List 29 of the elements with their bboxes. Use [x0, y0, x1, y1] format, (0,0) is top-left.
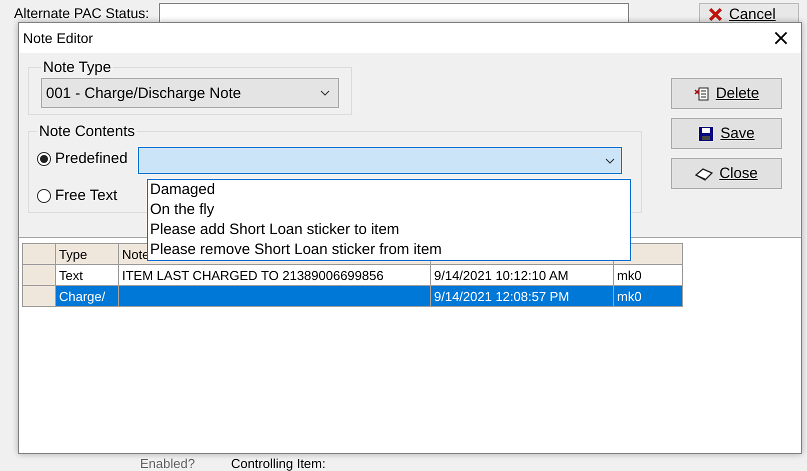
- radio-option[interactable]: Predefined: [37, 150, 128, 167]
- group-label: Note Type: [42, 59, 112, 76]
- table-row[interactable]: Charge/ 9/14/2021 12:08:57 PM mk0: [22, 286, 682, 306]
- save-button[interactable]: Save: [671, 118, 782, 149]
- table-cell: 9/14/2021 12:08:57 PM: [430, 286, 614, 306]
- cross-icon: [708, 6, 723, 22]
- close-button[interactable]: Close: [671, 158, 782, 189]
- radio-button[interactable]: [37, 188, 51, 202]
- group-label: Note Contents: [38, 123, 136, 140]
- chevron-icon: [320, 90, 330, 96]
- predefined-dropdown[interactable]: [138, 147, 622, 174]
- dropdown-item[interactable]: On the fly: [148, 200, 630, 220]
- book-icon: [695, 166, 714, 182]
- field-label: Alternate PAC Status:: [14, 5, 150, 21]
- close-button[interactable]: ×: [761, 23, 801, 53]
- dropdown-item[interactable]: Please add Short Loan sticker to item: [148, 220, 630, 240]
- table-cell: mk0: [614, 286, 682, 306]
- table-cell: Charge/: [56, 286, 118, 306]
- radio-option[interactable]: Free Text: [37, 187, 128, 204]
- note-type-dropdown[interactable]: 001 - Charge/Discharge Note: [41, 78, 339, 108]
- field-label: Controlling Item:: [230, 456, 326, 471]
- window-title: Note Editor: [23, 30, 94, 46]
- column-header: Type: [56, 244, 118, 264]
- radio-button[interactable]: [37, 152, 51, 166]
- field-label: Enabled?: [140, 456, 195, 471]
- chevron-icon: [604, 158, 615, 164]
- dropdown-item[interactable]: Damaged: [148, 180, 630, 200]
- delete-button[interactable]: Delete: [671, 78, 782, 109]
- document-icon: [694, 86, 710, 102]
